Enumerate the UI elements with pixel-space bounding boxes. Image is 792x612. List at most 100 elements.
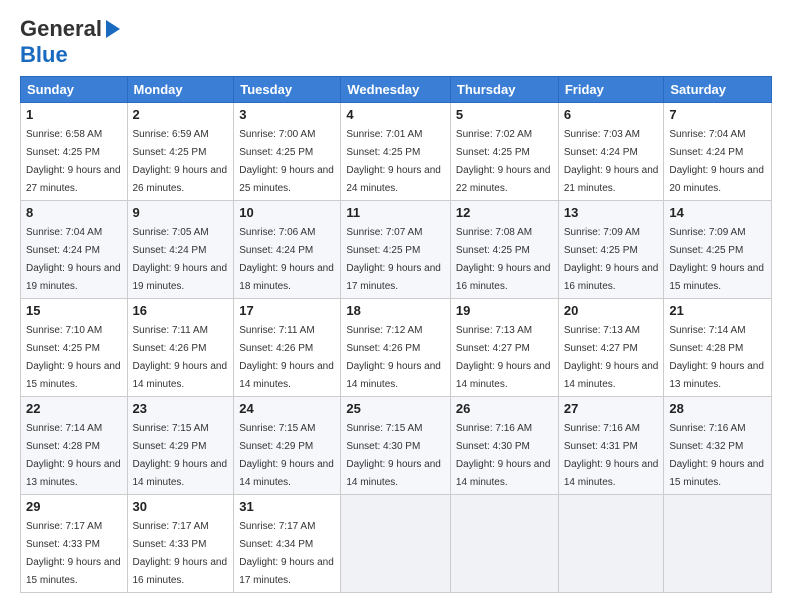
table-row: 31 Sunrise: 7:17 AM Sunset: 4:34 PM Dayl… xyxy=(234,495,341,593)
day-number: 9 xyxy=(133,205,229,220)
day-info: Sunrise: 7:06 AM Sunset: 4:24 PM Dayligh… xyxy=(239,227,334,292)
table-row xyxy=(558,495,664,593)
day-info: Sunrise: 7:13 AM Sunset: 4:27 PM Dayligh… xyxy=(564,325,659,390)
day-info: Sunrise: 6:58 AM Sunset: 4:25 PM Dayligh… xyxy=(26,129,121,194)
table-row: 13 Sunrise: 7:09 AM Sunset: 4:25 PM Dayl… xyxy=(558,201,664,299)
col-friday: Friday xyxy=(558,77,664,103)
day-number: 25 xyxy=(346,401,445,416)
day-info: Sunrise: 7:11 AM Sunset: 4:26 PM Dayligh… xyxy=(239,325,334,390)
table-row: 10 Sunrise: 7:06 AM Sunset: 4:24 PM Dayl… xyxy=(234,201,341,299)
calendar-week-row: 15 Sunrise: 7:10 AM Sunset: 4:25 PM Dayl… xyxy=(21,299,772,397)
day-number: 15 xyxy=(26,303,122,318)
logo-general: General xyxy=(20,16,102,42)
logo-arrow-icon xyxy=(106,20,120,38)
table-row: 28 Sunrise: 7:16 AM Sunset: 4:32 PM Dayl… xyxy=(664,397,772,495)
day-info: Sunrise: 7:14 AM Sunset: 4:28 PM Dayligh… xyxy=(26,423,121,488)
day-info: Sunrise: 7:03 AM Sunset: 4:24 PM Dayligh… xyxy=(564,129,659,194)
calendar-week-row: 22 Sunrise: 7:14 AM Sunset: 4:28 PM Dayl… xyxy=(21,397,772,495)
day-info: Sunrise: 7:09 AM Sunset: 4:25 PM Dayligh… xyxy=(669,227,764,292)
day-info: Sunrise: 7:04 AM Sunset: 4:24 PM Dayligh… xyxy=(669,129,764,194)
day-info: Sunrise: 7:17 AM Sunset: 4:33 PM Dayligh… xyxy=(133,521,228,586)
day-info: Sunrise: 7:00 AM Sunset: 4:25 PM Dayligh… xyxy=(239,129,334,194)
calendar-week-row: 29 Sunrise: 7:17 AM Sunset: 4:33 PM Dayl… xyxy=(21,495,772,593)
table-row: 26 Sunrise: 7:16 AM Sunset: 4:30 PM Dayl… xyxy=(450,397,558,495)
day-info: Sunrise: 7:15 AM Sunset: 4:30 PM Dayligh… xyxy=(346,423,441,488)
calendar-week-row: 1 Sunrise: 6:58 AM Sunset: 4:25 PM Dayli… xyxy=(21,103,772,201)
day-number: 18 xyxy=(346,303,445,318)
day-number: 30 xyxy=(133,499,229,514)
day-info: Sunrise: 7:02 AM Sunset: 4:25 PM Dayligh… xyxy=(456,129,551,194)
day-number: 3 xyxy=(239,107,335,122)
day-info: Sunrise: 7:17 AM Sunset: 4:34 PM Dayligh… xyxy=(239,521,334,586)
table-row xyxy=(450,495,558,593)
day-number: 2 xyxy=(133,107,229,122)
table-row: 6 Sunrise: 7:03 AM Sunset: 4:24 PM Dayli… xyxy=(558,103,664,201)
day-info: Sunrise: 7:15 AM Sunset: 4:29 PM Dayligh… xyxy=(239,423,334,488)
day-number: 17 xyxy=(239,303,335,318)
day-number: 24 xyxy=(239,401,335,416)
table-row: 15 Sunrise: 7:10 AM Sunset: 4:25 PM Dayl… xyxy=(21,299,128,397)
day-info: Sunrise: 7:15 AM Sunset: 4:29 PM Dayligh… xyxy=(133,423,228,488)
table-row: 19 Sunrise: 7:13 AM Sunset: 4:27 PM Dayl… xyxy=(450,299,558,397)
day-number: 12 xyxy=(456,205,553,220)
day-number: 16 xyxy=(133,303,229,318)
col-thursday: Thursday xyxy=(450,77,558,103)
day-number: 1 xyxy=(26,107,122,122)
calendar-page: General Blue Sunday Monday Tuesday Wedne… xyxy=(0,0,792,603)
day-info: Sunrise: 7:04 AM Sunset: 4:24 PM Dayligh… xyxy=(26,227,121,292)
day-number: 20 xyxy=(564,303,659,318)
col-sunday: Sunday xyxy=(21,77,128,103)
table-row: 3 Sunrise: 7:00 AM Sunset: 4:25 PM Dayli… xyxy=(234,103,341,201)
table-row: 12 Sunrise: 7:08 AM Sunset: 4:25 PM Dayl… xyxy=(450,201,558,299)
day-number: 28 xyxy=(669,401,766,416)
day-number: 26 xyxy=(456,401,553,416)
table-row: 30 Sunrise: 7:17 AM Sunset: 4:33 PM Dayl… xyxy=(127,495,234,593)
calendar-table: Sunday Monday Tuesday Wednesday Thursday… xyxy=(20,76,772,593)
day-number: 19 xyxy=(456,303,553,318)
table-row: 7 Sunrise: 7:04 AM Sunset: 4:24 PM Dayli… xyxy=(664,103,772,201)
day-info: Sunrise: 7:10 AM Sunset: 4:25 PM Dayligh… xyxy=(26,325,121,390)
day-number: 14 xyxy=(669,205,766,220)
table-row: 14 Sunrise: 7:09 AM Sunset: 4:25 PM Dayl… xyxy=(664,201,772,299)
day-info: Sunrise: 7:16 AM Sunset: 4:32 PM Dayligh… xyxy=(669,423,764,488)
header: General Blue xyxy=(20,16,772,68)
table-row: 29 Sunrise: 7:17 AM Sunset: 4:33 PM Dayl… xyxy=(21,495,128,593)
day-number: 8 xyxy=(26,205,122,220)
day-info: Sunrise: 7:07 AM Sunset: 4:25 PM Dayligh… xyxy=(346,227,441,292)
day-number: 21 xyxy=(669,303,766,318)
day-info: Sunrise: 7:05 AM Sunset: 4:24 PM Dayligh… xyxy=(133,227,228,292)
table-row xyxy=(341,495,451,593)
table-row: 27 Sunrise: 7:16 AM Sunset: 4:31 PM Dayl… xyxy=(558,397,664,495)
day-number: 6 xyxy=(564,107,659,122)
table-row: 25 Sunrise: 7:15 AM Sunset: 4:30 PM Dayl… xyxy=(341,397,451,495)
table-row: 22 Sunrise: 7:14 AM Sunset: 4:28 PM Dayl… xyxy=(21,397,128,495)
table-row: 20 Sunrise: 7:13 AM Sunset: 4:27 PM Dayl… xyxy=(558,299,664,397)
table-row: 4 Sunrise: 7:01 AM Sunset: 4:25 PM Dayli… xyxy=(341,103,451,201)
day-number: 11 xyxy=(346,205,445,220)
day-info: Sunrise: 7:11 AM Sunset: 4:26 PM Dayligh… xyxy=(133,325,228,390)
table-row: 17 Sunrise: 7:11 AM Sunset: 4:26 PM Dayl… xyxy=(234,299,341,397)
day-info: Sunrise: 7:13 AM Sunset: 4:27 PM Dayligh… xyxy=(456,325,551,390)
table-row: 8 Sunrise: 7:04 AM Sunset: 4:24 PM Dayli… xyxy=(21,201,128,299)
table-row: 2 Sunrise: 6:59 AM Sunset: 4:25 PM Dayli… xyxy=(127,103,234,201)
table-row: 18 Sunrise: 7:12 AM Sunset: 4:26 PM Dayl… xyxy=(341,299,451,397)
table-row: 9 Sunrise: 7:05 AM Sunset: 4:24 PM Dayli… xyxy=(127,201,234,299)
day-number: 10 xyxy=(239,205,335,220)
day-number: 29 xyxy=(26,499,122,514)
col-wednesday: Wednesday xyxy=(341,77,451,103)
calendar-week-row: 8 Sunrise: 7:04 AM Sunset: 4:24 PM Dayli… xyxy=(21,201,772,299)
day-number: 22 xyxy=(26,401,122,416)
col-saturday: Saturday xyxy=(664,77,772,103)
day-info: Sunrise: 7:09 AM Sunset: 4:25 PM Dayligh… xyxy=(564,227,659,292)
logo-blue: Blue xyxy=(20,42,68,67)
day-number: 27 xyxy=(564,401,659,416)
day-info: Sunrise: 7:12 AM Sunset: 4:26 PM Dayligh… xyxy=(346,325,441,390)
day-info: Sunrise: 7:16 AM Sunset: 4:31 PM Dayligh… xyxy=(564,423,659,488)
table-row: 16 Sunrise: 7:11 AM Sunset: 4:26 PM Dayl… xyxy=(127,299,234,397)
col-monday: Monday xyxy=(127,77,234,103)
table-row: 5 Sunrise: 7:02 AM Sunset: 4:25 PM Dayli… xyxy=(450,103,558,201)
day-number: 13 xyxy=(564,205,659,220)
day-info: Sunrise: 7:16 AM Sunset: 4:30 PM Dayligh… xyxy=(456,423,551,488)
day-info: Sunrise: 6:59 AM Sunset: 4:25 PM Dayligh… xyxy=(133,129,228,194)
col-tuesday: Tuesday xyxy=(234,77,341,103)
